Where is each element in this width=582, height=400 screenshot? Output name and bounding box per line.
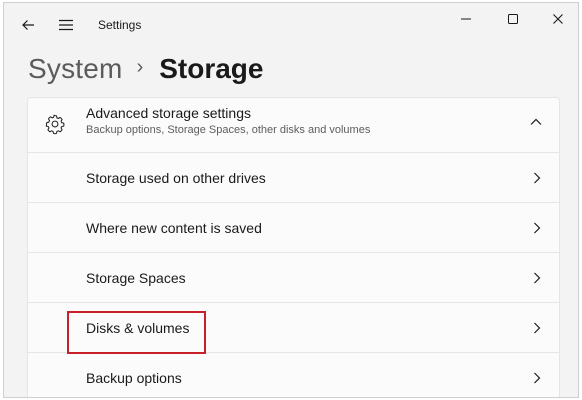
- advanced-storage-title: Advanced storage settings: [86, 105, 251, 121]
- app-title: Settings: [98, 18, 142, 32]
- maximize-button[interactable]: [491, 3, 535, 35]
- minimize-icon: [461, 18, 471, 20]
- breadcrumb: System › Storage: [28, 47, 263, 91]
- list-item-backup-options[interactable]: Backup options: [27, 353, 560, 397]
- list-item-storage-other-drives[interactable]: Storage used on other drives: [27, 153, 560, 203]
- highlight-box: [67, 311, 206, 354]
- list-item-label: Storage Spaces: [86, 270, 186, 286]
- chevron-up-icon: [530, 118, 542, 125]
- chevron-right-icon: [534, 372, 541, 384]
- chevron-right-icon: [534, 272, 541, 284]
- advanced-storage-settings-header[interactable]: Advanced storage settings Backup options…: [27, 97, 560, 153]
- vertical-scrollbar[interactable]: [578, 263, 579, 313]
- gear-icon: [45, 114, 65, 135]
- hamburger-menu-icon: [59, 19, 73, 31]
- navigation-menu-button[interactable]: [50, 9, 82, 41]
- chevron-right-icon: [534, 322, 541, 334]
- advanced-storage-subtitle: Backup options, Storage Spaces, other di…: [86, 124, 371, 136]
- title-bar: Settings: [4, 3, 578, 47]
- close-icon: [553, 14, 563, 24]
- back-button[interactable]: [12, 9, 44, 41]
- list-item-storage-spaces[interactable]: Storage Spaces: [27, 253, 560, 303]
- back-arrow-icon: [22, 20, 34, 30]
- chevron-right-icon: [534, 222, 541, 234]
- breadcrumb-separator: ›: [136, 55, 144, 78]
- list-item-label: Storage used on other drives: [86, 170, 266, 186]
- breadcrumb-system-link[interactable]: System: [28, 53, 123, 85]
- page-title: Storage: [159, 53, 264, 84]
- minimize-button[interactable]: [444, 3, 488, 35]
- list-item-new-content-location[interactable]: Where new content is saved: [27, 203, 560, 253]
- chevron-right-icon: [534, 172, 541, 184]
- list-item-label: Where new content is saved: [86, 220, 262, 236]
- list-item-label: Backup options: [86, 370, 182, 386]
- maximize-icon: [508, 14, 518, 24]
- close-button[interactable]: [536, 3, 578, 35]
